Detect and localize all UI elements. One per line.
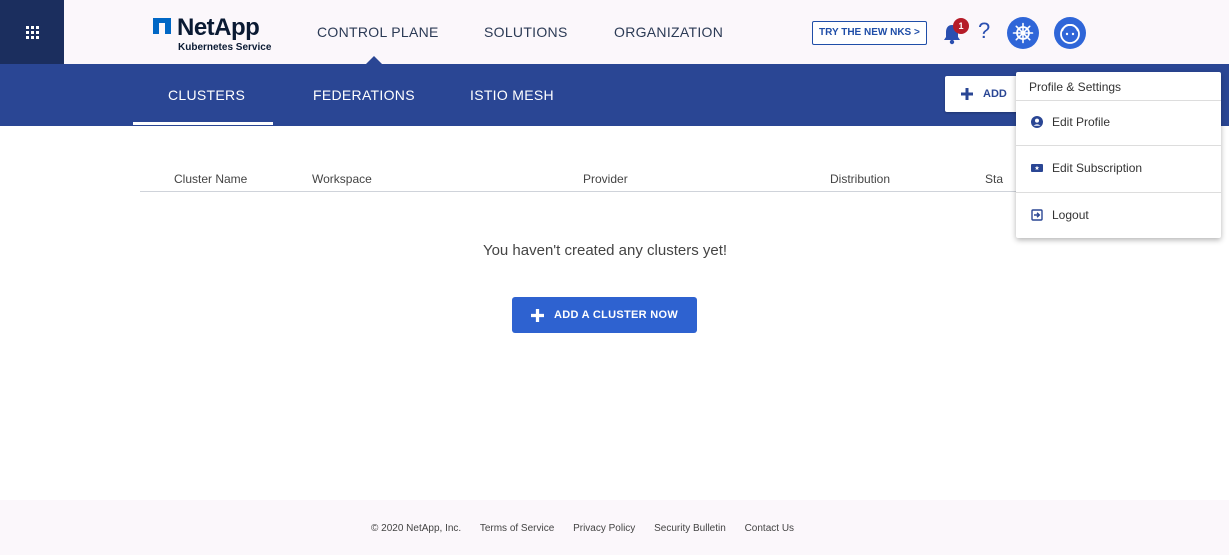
tab-federations[interactable]: FEDERATIONS [313,87,415,103]
logo-subtitle: Kubernetes Service [178,42,272,53]
avatar-icon[interactable] [1054,17,1086,49]
terms-of-service-link[interactable]: Terms of Service [480,523,554,534]
clusters-table-header: Cluster Name Workspace Provider Distribu… [140,160,1020,192]
footer: © 2020 NetApp, Inc. Terms of Service Pri… [0,500,1229,555]
add-cluster-now-label: ADD A CLUSTER NOW [553,309,679,321]
menu-item-label: Edit Subscription [1052,161,1143,175]
sign-out-icon [1031,209,1043,221]
apps-grid-icon [25,25,39,39]
logo-wordmark: NetApp [177,14,260,41]
copyright-text: © 2020 NetApp, Inc. [371,523,462,534]
active-tab-indicator [133,122,273,125]
column-workspace[interactable]: Workspace [312,172,372,186]
menu-item-label: Logout [1052,208,1089,222]
top-header: NetApp Kubernetes Service CONTROL PLANE … [0,0,1229,64]
menu-item-edit-subscription[interactable]: Edit Subscription [1016,149,1221,189]
tab-istio-mesh[interactable]: ISTIO MESH [470,87,554,103]
contact-us-link[interactable]: Contact Us [745,523,794,534]
menu-divider [1016,100,1221,101]
privacy-policy-link[interactable]: Privacy Policy [573,523,635,534]
nav-solutions[interactable]: SOLUTIONS [484,24,568,40]
netapp-logo-mark [153,18,171,34]
profile-settings-menu: Profile & Settings Edit Profile Edit Sub… [1016,72,1221,238]
column-provider[interactable]: Provider [583,172,628,186]
empty-state-message: You haven't created any clusters yet! [482,242,728,259]
notification-badge: 1 [953,18,969,34]
user-circle-icon [1031,116,1043,128]
try-new-nks-button[interactable]: TRY THE NEW NKS > [812,21,927,45]
add-cluster-now-button[interactable]: ADD A CLUSTER NOW [512,297,697,333]
menu-title: Profile & Settings [1029,80,1122,94]
add-cluster-button-label: ADD [983,88,1007,100]
menu-divider [1016,145,1221,146]
column-distribution[interactable]: Distribution [830,172,890,186]
apps-menu-button[interactable] [0,0,64,64]
menu-item-edit-profile[interactable]: Edit Profile [1016,103,1221,143]
help-icon[interactable]: ? [978,18,990,44]
active-nav-caret [366,56,382,64]
ticket-icon [1031,164,1043,172]
column-status[interactable]: Sta [985,172,1003,186]
menu-item-label: Edit Profile [1052,115,1111,129]
netapp-logo[interactable]: NetApp Kubernetes Service [150,14,280,54]
column-cluster-name[interactable]: Cluster Name [174,172,247,186]
tab-clusters[interactable]: CLUSTERS [168,87,245,103]
security-bulletin-link[interactable]: Security Bulletin [654,523,726,534]
plus-icon [961,88,973,100]
menu-item-logout[interactable]: Logout [1016,196,1221,236]
menu-divider [1016,192,1221,193]
nav-control-plane[interactable]: CONTROL PLANE [317,24,439,40]
plus-icon [530,308,544,322]
helm-wheel-icon[interactable] [1007,17,1039,49]
nav-organization[interactable]: ORGANIZATION [614,24,723,40]
